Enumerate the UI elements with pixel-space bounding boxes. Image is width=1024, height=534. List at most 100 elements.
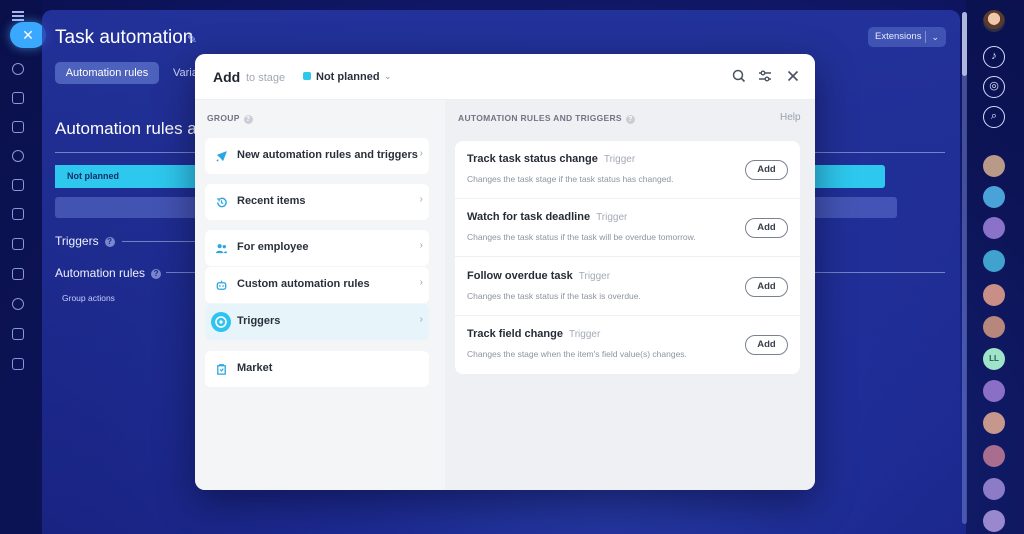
dialog-title: Add — [213, 69, 241, 85]
pin-icon[interactable]: ✎ — [187, 32, 197, 46]
contact-avatar[interactable] — [983, 186, 1005, 208]
stage-column — [815, 165, 885, 188]
divider — [166, 272, 195, 273]
group-item-triggers[interactable]: Triggers › — [205, 304, 429, 340]
contact-avatar[interactable] — [983, 316, 1005, 338]
stage-selector[interactable]: Not planned — [316, 71, 380, 83]
help-icon[interactable]: ? — [625, 115, 635, 124]
add-rule-button[interactable]: Add — [745, 160, 788, 180]
triggers-label: Triggers — [55, 234, 99, 248]
extensions-label: Extensions — [875, 31, 922, 42]
page-title: Task automation — [55, 27, 194, 48]
nav-icon — [12, 237, 24, 250]
group-item-label: Triggers — [237, 315, 281, 327]
group-item-custom-rules[interactable]: Custom automation rules › — [205, 267, 429, 303]
contact-avatar[interactable] — [983, 155, 1005, 177]
close-icon[interactable] — [785, 68, 801, 84]
nav-icon — [12, 149, 24, 162]
add-automation-dialog: Add to stage Not planned ⌄ GROUP? AUTOMA… — [195, 54, 815, 490]
nav-icon — [12, 207, 24, 220]
contact-avatar[interactable] — [983, 380, 1005, 402]
help-link[interactable]: Help — [780, 112, 801, 123]
automation-heading: Automation rules a — [55, 119, 197, 138]
group-item-for-employee[interactable]: For employee › — [205, 230, 429, 266]
contact-avatar[interactable] — [983, 510, 1005, 532]
rule-type-tag: Trigger — [568, 329, 601, 340]
close-slider-button[interactable]: ✕ — [10, 22, 46, 48]
contact-avatar-initials[interactable]: LL — [983, 348, 1005, 370]
automation-rules-section-label: Automation rules? — [55, 266, 162, 280]
chevron-down-icon: ⌄ — [931, 32, 939, 42]
add-rule-button[interactable]: Add — [745, 335, 788, 355]
help-icon[interactable]: ? — [104, 237, 115, 247]
chevron-down-icon[interactable]: ⌄ — [384, 71, 392, 82]
nav-item[interactable] — [12, 266, 36, 284]
rule-item: Watch for task deadline Trigger Changes t… — [455, 199, 800, 257]
rule-item: Follow overdue task Trigger Changes the t… — [455, 258, 800, 316]
user-avatar[interactable] — [983, 10, 1005, 32]
divider — [815, 152, 945, 153]
help-icon[interactable]: ? — [151, 269, 162, 279]
rule-description: Changes the task status if the task will… — [467, 232, 696, 242]
contact-avatar[interactable] — [983, 250, 1005, 272]
add-rule-bar[interactable] — [55, 197, 195, 218]
nav-item[interactable] — [12, 356, 36, 374]
group-item-recent[interactable]: Recent items › — [205, 184, 429, 220]
nav-item[interactable] — [12, 148, 36, 166]
contact-avatar[interactable] — [983, 284, 1005, 306]
contact-avatar[interactable] — [983, 412, 1005, 434]
nav-icon — [12, 267, 24, 280]
group-item-market[interactable]: Market — [205, 351, 429, 387]
divider — [925, 31, 926, 43]
nav-item[interactable] — [12, 61, 36, 79]
nav-item[interactable] — [12, 119, 36, 137]
extensions-button[interactable]: Extensions ⌄ — [868, 27, 946, 47]
divider — [815, 272, 945, 273]
stage-column-not-planned[interactable]: Not planned — [55, 165, 195, 188]
rule-type-tag: Trigger — [578, 271, 611, 282]
chevron-right-icon: › — [419, 277, 423, 288]
nav-item[interactable] — [12, 236, 36, 254]
search-chat-icon[interactable]: ⌕ — [983, 106, 1005, 128]
contact-avatar[interactable] — [983, 217, 1005, 239]
rules-header-text: AUTOMATION RULES AND TRIGGERS — [458, 113, 622, 123]
nav-icon — [12, 120, 24, 133]
tab-automation-rules[interactable]: Automation rules — [55, 62, 159, 84]
chevron-right-icon: › — [419, 240, 423, 251]
bell-icon[interactable]: ♪ — [983, 46, 1005, 68]
group-item-new-rules[interactable]: New automation rules and triggers › — [205, 138, 429, 174]
add-rule-button[interactable]: Add — [745, 277, 788, 297]
scrollbar[interactable] — [962, 12, 967, 524]
nav-item[interactable] — [12, 206, 36, 224]
add-rule-bar[interactable] — [815, 197, 897, 218]
nav-item[interactable] — [12, 177, 36, 195]
help-icon[interactable]: ? — [243, 115, 253, 124]
group-item-label: Market — [237, 362, 273, 374]
scrollbar-thumb[interactable] — [962, 12, 967, 76]
contact-avatar[interactable] — [983, 445, 1005, 467]
triggers-glyph — [215, 316, 227, 328]
contact-avatar[interactable] — [983, 478, 1005, 500]
search-icon[interactable] — [731, 68, 747, 84]
group-actions-link[interactable]: Group actions — [62, 293, 115, 303]
rule-item: Track task status change Trigger Changes … — [455, 141, 800, 199]
to-stage-label: to stage — [246, 72, 286, 84]
menu-icon[interactable] — [12, 11, 24, 21]
rule-item: Track field change Trigger Changes the st… — [455, 316, 800, 374]
group-item-label: Custom automation rules — [237, 278, 370, 290]
group-item-label: New automation rules and triggers — [237, 149, 418, 161]
add-rule-button[interactable]: Add — [745, 218, 788, 238]
group-item-label: For employee — [237, 241, 309, 253]
history-icon — [216, 197, 227, 208]
rule-title: Follow overdue task Trigger — [467, 270, 610, 282]
nav-item[interactable] — [12, 326, 36, 344]
filter-settings-icon[interactable] — [757, 68, 773, 84]
copilot-icon[interactable]: ◎ — [983, 76, 1005, 98]
rule-title: Track task status change Trigger — [467, 153, 635, 165]
chevron-right-icon: › — [419, 148, 423, 159]
rule-description: Changes the task status if the task is o… — [467, 291, 641, 301]
nav-item[interactable] — [12, 296, 36, 314]
robot-icon — [216, 280, 227, 290]
nav-item[interactable] — [12, 90, 36, 108]
stage-color-dot — [303, 72, 311, 80]
